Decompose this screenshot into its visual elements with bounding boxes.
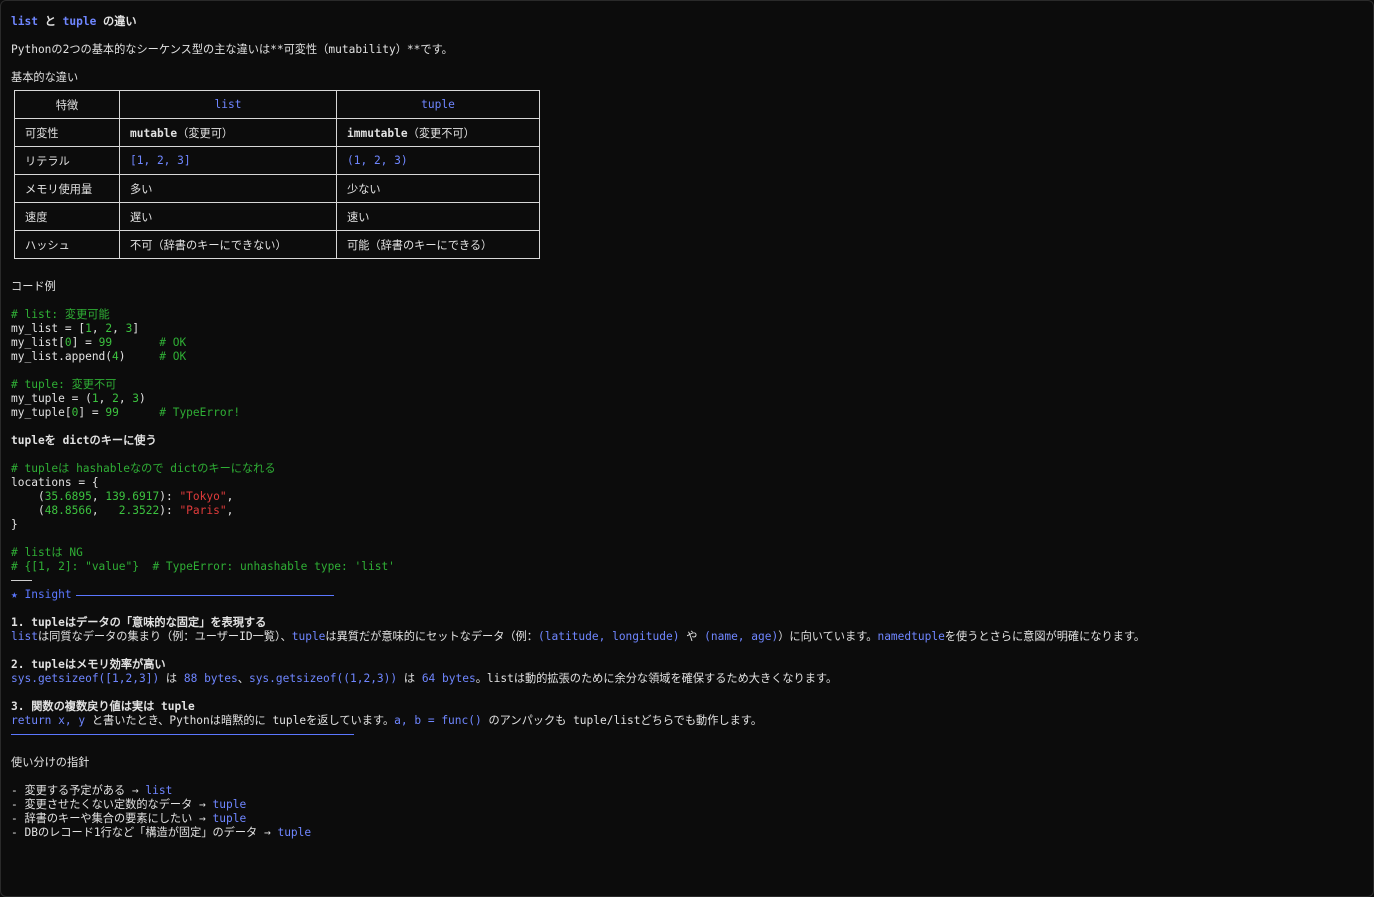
comparison-table: 特徴 list tuple 可変性 mutable（変更可） immutable… (14, 90, 540, 259)
intro-paragraph: Pythonの2つの基本的なシーケンス型の主な違いは**可変性（mutabili… (11, 43, 453, 56)
table-cell: 可変性 (14, 118, 120, 147)
table-cell: 不可（辞書のキーにできない） (119, 230, 337, 259)
table-cell: 速度 (14, 202, 120, 231)
table-header: tuple (336, 90, 540, 119)
code-example-title: コード例 (11, 280, 56, 293)
table-row: 可変性 mutable（変更可） immutable（変更不可） (14, 118, 540, 147)
insight-point-title: 1. tupleはデータの「意味的な固定」を表現する (11, 616, 267, 629)
table-cell: 少ない (336, 174, 540, 203)
code-line: (48.8566, 2.3522): "Paris", (11, 504, 234, 517)
code-comment: # tupleは hashableなので dictのキーになれる (11, 462, 276, 475)
table-cell: [1, 2, 3] (119, 146, 337, 175)
code-line: my_tuple = (1, 2, 3) (11, 392, 146, 405)
table-cell: ハッシュ (14, 230, 120, 259)
code-line: my_tuple[0] = 99 # TypeError! (11, 406, 241, 419)
usage-list: - 変更する予定がある → list - 変更させたくない定数的なデータ → t… (11, 784, 1367, 840)
code-comment: # listは NG (11, 546, 83, 559)
table-row: 速度 遅い 速い (14, 202, 540, 231)
code-line: my_list.append(4) # OK (11, 350, 187, 363)
list-item: - DBのレコード1行など「構造が固定」のデータ → tuple (11, 826, 312, 839)
list-item: - 辞書のキーや集合の要素にしたい → tuple (11, 812, 247, 825)
insight-point-body: sys.getsizeof([1,2,3]) は 88 bytes、sys.ge… (11, 672, 838, 685)
usage-title: 使い分けの指針 (11, 756, 90, 769)
horizontal-rule (11, 580, 32, 581)
insight-footer-divider (11, 734, 354, 735)
terminal-window: list と tuple の違い Pythonの2つの基本的なシーケンス型の主な… (0, 0, 1374, 897)
table-row: メモリ使用量 多い 少ない (14, 174, 540, 203)
code-comment: # list: 変更可能 (11, 308, 110, 321)
table-header: 特徴 (14, 90, 120, 119)
insight-point-title: 3. 関数の複数戻り値は実は tuple (11, 700, 195, 713)
table-row: リテラル [1, 2, 3] (1, 2, 3) (14, 146, 540, 175)
insight-divider (75, 594, 334, 596)
code-line: my_list = [1, 2, 3] (11, 322, 140, 335)
table-header: list (119, 90, 337, 119)
code-block-dict: # tupleは hashableなので dictのキーになれる locatio… (11, 462, 1367, 574)
table-cell: 速い (336, 202, 540, 231)
insight-point-body: return x, y と書いたとき、Pythonは暗黙的に tupleを返して… (11, 714, 763, 727)
list-item: - 変更する予定がある → list (11, 784, 173, 797)
code-comment: # {[1, 2]: "value"} # TypeError: unhasha… (11, 560, 395, 573)
table-cell: (1, 2, 3) (336, 146, 540, 175)
table-header-row: 特徴 list tuple (14, 90, 540, 119)
code-line: my_list[0] = 99 # OK (11, 336, 187, 349)
table-cell: 可能（辞書のキーにできる） (336, 230, 540, 259)
table-cell: 遅い (119, 202, 337, 231)
insight-block: ★ Insight 1. tupleはデータの「意味的な固定」を表現する lis… (11, 588, 1367, 735)
code-line: } (11, 518, 18, 531)
code-comment: # tuple: 変更不可 (11, 378, 117, 391)
table-cell: immutable（変更不可） (336, 118, 540, 147)
code-line: locations = { (11, 476, 99, 489)
basic-diff-title: 基本的な違い (11, 71, 79, 84)
code-block-list-tuple: # list: 変更可能 my_list = [1, 2, 3] my_list… (11, 308, 1367, 420)
table-cell: mutable（変更可） (119, 118, 337, 147)
table-row: ハッシュ 不可（辞書のキーにできない） 可能（辞書のキーにできる） (14, 230, 540, 259)
dict-key-title: tupleを dictのキーに使う (11, 434, 157, 447)
insight-point-title: 2. tupleはメモリ効率が高い (11, 658, 166, 671)
table-cell: 多い (119, 174, 337, 203)
insight-point-body: listは同質なデータの集まり（例：ユーザーID一覧）、tupleは異質だが意味… (11, 630, 1146, 643)
code-line: (35.6895, 139.6917): "Tokyo", (11, 490, 234, 503)
chat-output: list と tuple の違い Pythonの2つの基本的なシーケンス型の主な… (11, 15, 1367, 840)
list-item: - 変更させたくない定数的なデータ → tuple (11, 798, 247, 811)
insight-header: ★ Insight (11, 588, 1367, 602)
table-cell: リテラル (14, 146, 120, 175)
table-cell: メモリ使用量 (14, 174, 120, 203)
section-heading: list と tuple の違い (11, 15, 137, 28)
